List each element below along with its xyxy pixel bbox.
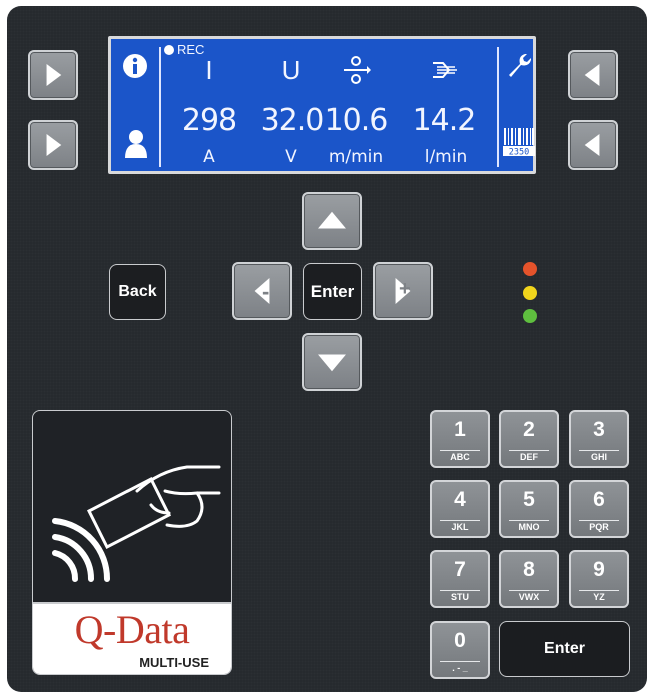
key-digit: 8 xyxy=(523,558,535,581)
key-letters: GHI xyxy=(579,450,619,462)
key-6-button[interactable]: 6 PQR xyxy=(569,480,629,538)
key-4-button[interactable]: 4 JKL xyxy=(430,480,490,538)
lcd-display: REC I 298 A U 32.0 V 10.6 m/min 14.2 l/m… xyxy=(108,36,536,174)
key-2-button[interactable]: 2 DEF xyxy=(499,410,559,468)
wrench-icon xyxy=(509,54,531,77)
current-value: 298 xyxy=(181,103,237,138)
left-softkey-top-button[interactable] xyxy=(28,50,78,100)
gas-flow-unit: l/min xyxy=(424,147,468,167)
triangle-down-icon xyxy=(318,354,346,372)
key-letters: ABC xyxy=(440,450,480,462)
right-softkey-bottom-button[interactable] xyxy=(568,120,618,170)
play-right-icon xyxy=(46,63,62,87)
current-unit: A xyxy=(203,147,215,167)
key-digit: 9 xyxy=(593,558,605,581)
status-led-green xyxy=(523,309,537,323)
key-7-button[interactable]: 7 STU xyxy=(430,550,490,608)
card-reader-area[interactable]: Q-Data MULTI-USE xyxy=(32,410,232,675)
key-letters: MNO xyxy=(509,520,549,532)
nav-down-button[interactable] xyxy=(302,333,362,391)
key-letters: JKL xyxy=(440,520,480,532)
brand-subtitle: MULTI-USE xyxy=(139,655,209,670)
barcode-number: 2350 xyxy=(509,148,529,158)
triangle-up-icon xyxy=(318,211,346,229)
brand-name: Q-Data xyxy=(74,607,190,652)
key-0-button[interactable]: 0 . - _ xyxy=(430,621,490,679)
record-dot-icon xyxy=(164,45,174,55)
right-softkey-top-button[interactable] xyxy=(568,50,618,100)
key-letters: STU xyxy=(440,590,480,602)
enter-nav-button[interactable]: Enter xyxy=(303,263,362,320)
user-icon xyxy=(125,130,147,158)
contactless-card-hand-icon xyxy=(52,465,221,582)
play-right-icon xyxy=(46,133,62,157)
voltage-unit: V xyxy=(285,147,297,167)
wire-speed-unit: m/min xyxy=(328,147,384,167)
gas-flow-icon xyxy=(433,62,457,78)
status-led-yellow xyxy=(523,286,537,300)
keypad-enter-button[interactable]: Enter xyxy=(499,621,630,677)
key-digit: 1 xyxy=(454,418,466,441)
voltage-symbol: U xyxy=(281,55,301,85)
play-left-icon xyxy=(584,63,600,87)
barcode-icon: 2350 xyxy=(503,128,535,158)
key-digit: 2 xyxy=(523,418,535,441)
nav-left-minus-button[interactable]: - xyxy=(232,262,292,320)
back-button[interactable]: Back xyxy=(109,264,166,320)
key-digit: 5 xyxy=(523,488,535,511)
lcd-right-divider xyxy=(497,47,499,167)
key-8-button[interactable]: 8 VWX xyxy=(499,550,559,608)
key-5-button[interactable]: 5 MNO xyxy=(499,480,559,538)
key-digit: 6 xyxy=(593,488,605,511)
wire-feed-icon xyxy=(344,56,371,84)
key-letters: PQR xyxy=(579,520,619,532)
left-softkey-bottom-button[interactable] xyxy=(28,120,78,170)
plus-label: + xyxy=(399,278,411,300)
current-symbol: I xyxy=(205,55,213,85)
key-9-button[interactable]: 9 YZ xyxy=(569,550,629,608)
key-letters: VWX xyxy=(509,590,549,602)
lcd-left-divider xyxy=(159,47,161,167)
key-letters: . - _ xyxy=(440,661,480,673)
key-1-button[interactable]: 1 ABC xyxy=(430,410,490,468)
gas-flow-value: 14.2 xyxy=(412,103,477,138)
key-digit: 4 xyxy=(454,488,466,511)
key-digit: 0 xyxy=(454,629,466,652)
wire-speed-value: 10.6 xyxy=(324,103,389,138)
nav-up-button[interactable] xyxy=(302,192,362,250)
brand-logo: Q-Data MULTI-USE xyxy=(33,602,231,674)
key-letters: YZ xyxy=(579,590,619,602)
play-left-icon xyxy=(584,133,600,157)
status-led-red xyxy=(523,262,537,276)
info-icon xyxy=(123,54,147,78)
nav-right-plus-button[interactable]: + xyxy=(373,262,433,320)
minus-label: - xyxy=(262,279,270,304)
key-letters: DEF xyxy=(509,450,549,462)
key-digit: 7 xyxy=(454,558,466,581)
key-3-button[interactable]: 3 GHI xyxy=(569,410,629,468)
key-digit: 3 xyxy=(593,418,605,441)
